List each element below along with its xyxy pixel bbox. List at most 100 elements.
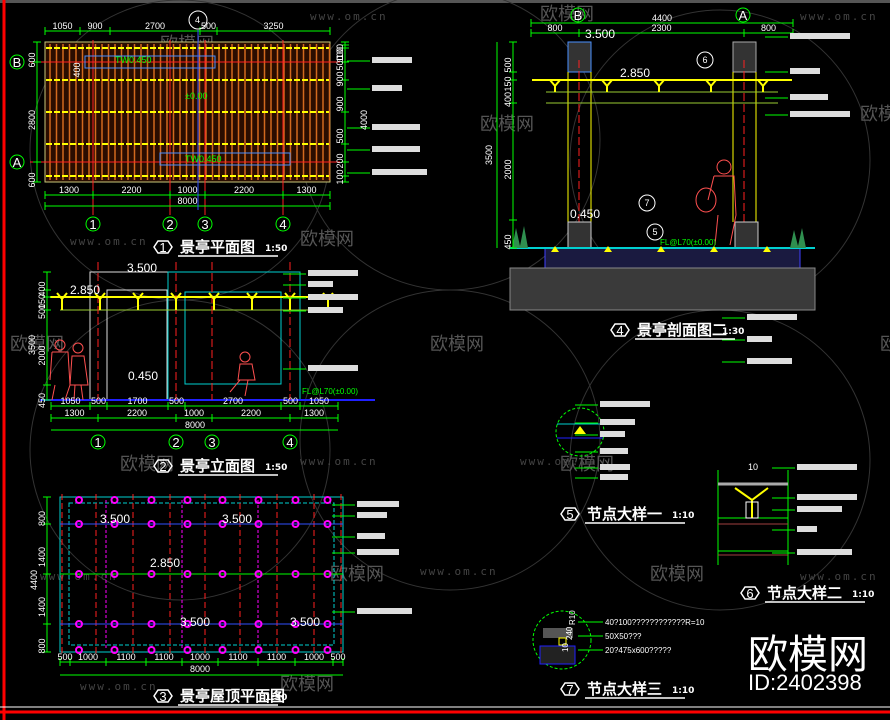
elev-ground-level: FL@L70(±0.00) bbox=[302, 387, 358, 396]
leader-note-illegible bbox=[600, 474, 628, 480]
section-top-dim-label: 800 bbox=[547, 23, 562, 33]
watermark-url: www.om.cn bbox=[800, 570, 878, 583]
section-ground-level: FL@L70(±0.00) bbox=[660, 238, 716, 247]
plan-right-dim-label: 900 bbox=[335, 96, 345, 111]
elev-left-dim-label: 450 bbox=[37, 393, 47, 408]
detail2-dim: 10 bbox=[748, 462, 758, 472]
roof-left-total: 4400 bbox=[29, 570, 39, 590]
roof-dim-label: 1000 bbox=[190, 652, 210, 662]
roof-scale: 1:50 bbox=[265, 693, 287, 703]
leader-note-illegible bbox=[357, 608, 412, 614]
watermark-url: www.om.cn bbox=[520, 455, 598, 468]
leader-note-illegible bbox=[797, 526, 817, 532]
detail3-note: 20?475x600????? bbox=[605, 646, 672, 655]
plan-total-dim-label: 8000 bbox=[177, 196, 197, 206]
plan-left-dim-label: 2800 bbox=[27, 110, 37, 130]
section-left-total: 3500 bbox=[484, 145, 494, 165]
plan-right-total: 4000 bbox=[359, 110, 369, 130]
detail3-note: 40?100????????????R=10 bbox=[605, 618, 705, 627]
section-top-dim-label: 800 bbox=[761, 23, 776, 33]
section-axis-b: B bbox=[574, 8, 583, 23]
leader-note-illegible bbox=[357, 549, 399, 555]
leader-note-illegible bbox=[372, 85, 402, 91]
plan-axis-3: 3 bbox=[201, 217, 208, 232]
plan-axis-1: 1 bbox=[89, 217, 96, 232]
leader-note-illegible bbox=[357, 512, 387, 518]
plan-bench-dim: 400 bbox=[72, 62, 82, 77]
roof-dim-label: 500 bbox=[57, 652, 72, 662]
section-soil-layer bbox=[509, 267, 816, 311]
section-top-total-label: 4400 bbox=[652, 13, 672, 23]
watermark-url: www.om.cn bbox=[300, 455, 378, 468]
elev-axis-1: 1 bbox=[94, 435, 101, 450]
plan-level-bench-b: TW0.450 bbox=[115, 55, 152, 65]
plan-bottom-dim-label: 1000 bbox=[177, 185, 197, 195]
leader-note-illegible bbox=[797, 506, 842, 512]
elevation-number: 2 bbox=[159, 459, 166, 474]
leader-note-illegible bbox=[747, 358, 792, 364]
roof-level: 3.500 bbox=[222, 512, 252, 526]
detail3-dim: 240 bbox=[565, 626, 574, 640]
plan-axis-2: 2 bbox=[166, 217, 173, 232]
plan-axis-a: A bbox=[13, 155, 22, 170]
leader-note-illegible bbox=[357, 533, 385, 539]
roof-left-dim-label: 800 bbox=[37, 638, 47, 653]
section-left-dim-label: 450 bbox=[503, 234, 513, 249]
section-left-dim-label: 500 bbox=[503, 57, 513, 72]
elevation-title: 景亭立面图 bbox=[180, 457, 255, 475]
roof-total: 8000 bbox=[190, 664, 210, 674]
leader-note-illegible bbox=[308, 281, 333, 287]
roof-dim-label: 1000 bbox=[304, 652, 324, 662]
leader-note-illegible bbox=[600, 419, 635, 425]
watermark-url: www.om.cn bbox=[70, 235, 148, 248]
leader-note-illegible bbox=[600, 431, 625, 437]
plan-top-dim-label: 500 bbox=[201, 21, 216, 31]
elev-dim-row2-label: 2200 bbox=[127, 408, 147, 418]
roof-level: 3.500 bbox=[100, 512, 130, 526]
leader-note-illegible bbox=[308, 270, 358, 276]
leader-note-illegible bbox=[308, 365, 358, 371]
plan-bottom-dim-label: 2200 bbox=[234, 185, 254, 195]
plan-right-dim-label: 100 bbox=[335, 169, 345, 184]
detail-ref-number: 5 bbox=[652, 227, 657, 237]
detail-ref-number: 7 bbox=[644, 198, 649, 208]
leader-note-illegible bbox=[790, 33, 850, 39]
detail1-title: 节点大样一 bbox=[587, 505, 662, 523]
plan-scale: 1:50 bbox=[265, 244, 287, 254]
elev-axis-3: 3 bbox=[208, 435, 215, 450]
leader-note-illegible bbox=[308, 307, 343, 313]
section-number: 4 bbox=[616, 323, 623, 338]
section-top-dim-label: 2300 bbox=[651, 23, 671, 33]
leader-note-illegible bbox=[600, 401, 650, 407]
leader-note-illegible bbox=[747, 314, 797, 320]
roof-level: 3.500 bbox=[180, 615, 210, 629]
elev-level-top: 3.500 bbox=[127, 261, 157, 275]
leader-note-illegible bbox=[747, 336, 772, 342]
plan-right-dim-label: 900 bbox=[335, 71, 345, 86]
section-level-footing: 0.450 bbox=[570, 207, 600, 221]
elev-dim-row2-label: 1000 bbox=[184, 408, 204, 418]
detail2-number: 6 bbox=[746, 586, 753, 601]
plan-bottom-dim-label: 1300 bbox=[59, 185, 79, 195]
watermark-brand: 欧模网 bbox=[280, 674, 334, 695]
plan-top-dim-label: 1050 bbox=[52, 21, 72, 31]
elev-dim-row1-label: 2700 bbox=[223, 396, 243, 406]
leader-note-illegible bbox=[797, 549, 852, 555]
plan-level-floor: ±0.00 bbox=[185, 91, 207, 101]
roof-dim-label: 1100 bbox=[267, 652, 286, 662]
elev-dim-row2-label: 2200 bbox=[241, 408, 261, 418]
detail3-note: 50X50??? bbox=[605, 632, 642, 641]
elev-left-dim-label: 2000 bbox=[37, 345, 47, 365]
watermark-brand: 欧模网 bbox=[480, 114, 534, 135]
leader-note-illegible bbox=[790, 94, 828, 100]
roof-number: 3 bbox=[159, 689, 166, 704]
plan-right-dim-label: 500 bbox=[335, 128, 345, 143]
section-level-beam: 2.850 bbox=[620, 66, 650, 80]
detail2-scale: 1:10 bbox=[852, 590, 874, 600]
watermark-url: www.om.cn bbox=[80, 680, 158, 693]
elev-axis-4: 4 bbox=[286, 435, 293, 450]
watermark-brand: 欧模网 bbox=[860, 104, 890, 125]
leader-note-illegible bbox=[790, 111, 850, 117]
plan-top-dim-label: 3250 bbox=[263, 21, 283, 31]
elev-dim-row2-label: 1300 bbox=[304, 408, 324, 418]
